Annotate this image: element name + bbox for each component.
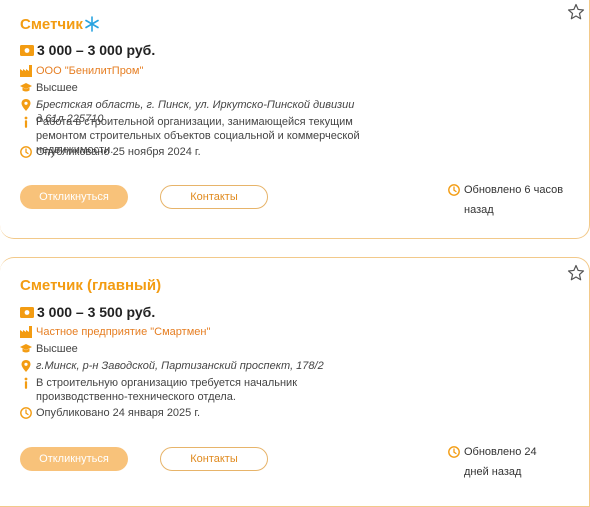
apply-button[interactable]: Откликнуться bbox=[20, 185, 128, 209]
info-icon bbox=[24, 377, 28, 389]
updated-info: Обновлено 6 часов назад bbox=[448, 180, 564, 220]
published-row: Опубликовано 24 января 2025 г. bbox=[20, 406, 376, 420]
description-text: В строительную организацию требуется нач… bbox=[36, 377, 298, 403]
education-row: Высшее bbox=[20, 342, 376, 356]
clock-icon bbox=[448, 446, 460, 458]
snowflake-icon bbox=[85, 16, 99, 32]
vacancy-title[interactable]: Сметчик (главный) bbox=[20, 277, 161, 294]
graduation-cap-icon bbox=[20, 83, 32, 92]
address-text: г.Минск, р-н Заводской, Партизанский про… bbox=[36, 360, 324, 372]
info-icon bbox=[24, 116, 28, 128]
published-text: Опубликовано 25 ноября 2024 г. bbox=[36, 146, 201, 158]
location-pin-icon bbox=[21, 99, 31, 111]
updated-info: Обновлено 24 дней назад bbox=[448, 442, 564, 482]
location-pin-icon bbox=[21, 360, 31, 372]
graduation-cap-icon bbox=[20, 344, 32, 353]
salary: 3 000 – 3 500 руб. bbox=[20, 304, 155, 320]
description-row: В строительную организацию требуется нач… bbox=[20, 376, 376, 404]
contacts-button[interactable]: Контакты bbox=[160, 185, 268, 209]
company-name[interactable]: Частное предприятие "Смартмен" bbox=[36, 325, 376, 339]
factory-icon bbox=[20, 65, 32, 77]
education-text: Высшее bbox=[36, 343, 78, 355]
salary-text: 3 000 – 3 500 руб. bbox=[37, 304, 156, 320]
money-icon bbox=[20, 44, 34, 56]
clock-icon bbox=[20, 407, 32, 419]
vacancy-card[interactable]: Сметчик (главный) 3 000 – 3 500 руб. Час… bbox=[0, 257, 590, 507]
clock-icon bbox=[20, 146, 32, 158]
company-name[interactable]: ООО "БенилитПром" bbox=[36, 64, 376, 78]
updated-text: Обновлено 24 дней назад bbox=[464, 446, 537, 478]
updated-text: Обновлено 6 часов назад bbox=[464, 184, 564, 216]
money-icon bbox=[20, 306, 34, 318]
vacancy-title[interactable]: Сметчик bbox=[20, 16, 83, 33]
contacts-button[interactable]: Контакты bbox=[160, 447, 268, 471]
company-row[interactable]: ООО "БенилитПром" bbox=[20, 64, 376, 78]
published-text: Опубликовано 24 января 2025 г. bbox=[36, 407, 201, 419]
education-row: Высшее bbox=[20, 81, 376, 95]
factory-icon bbox=[20, 326, 32, 338]
education-text: Высшее bbox=[36, 82, 78, 94]
published-row: Опубликовано 25 ноября 2024 г. bbox=[20, 145, 376, 159]
address-row: г.Минск, р-н Заводской, Партизанский про… bbox=[20, 359, 376, 373]
clock-icon bbox=[448, 184, 460, 196]
vacancy-card[interactable]: Сметчик 3 000 – 3 000 руб. ООО "БенилитП… bbox=[0, 0, 590, 239]
salary: 3 000 – 3 000 руб. bbox=[20, 42, 155, 58]
company-row[interactable]: Частное предприятие "Смартмен" bbox=[20, 325, 376, 339]
salary-text: 3 000 – 3 000 руб. bbox=[37, 42, 156, 58]
star-icon[interactable] bbox=[567, 3, 585, 21]
apply-button[interactable]: Откликнуться bbox=[20, 447, 128, 471]
star-icon[interactable] bbox=[567, 264, 585, 282]
